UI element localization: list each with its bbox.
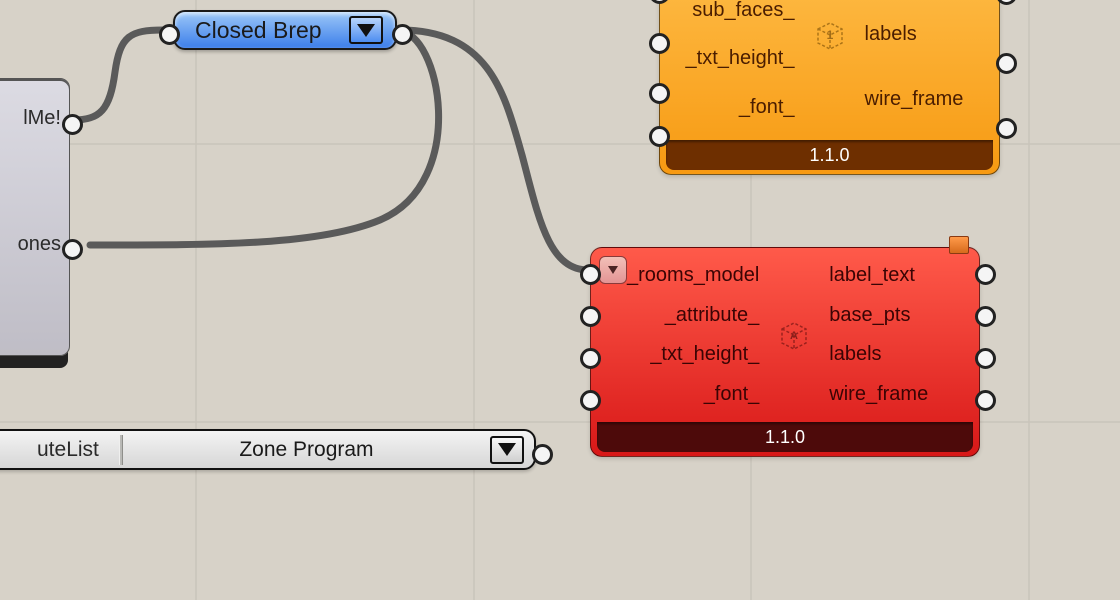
- value-list-selector[interactable]: uteList Zone Program: [0, 429, 536, 470]
- output-grip[interactable]: [62, 239, 83, 260]
- wire: [90, 31, 439, 245]
- output-label: wire_frame: [865, 88, 964, 111]
- output-label: label_text: [829, 264, 915, 287]
- chevron-down-icon[interactable]: [349, 16, 383, 44]
- input-grip[interactable]: [649, 83, 670, 104]
- output-grip[interactable]: [996, 53, 1017, 74]
- output-label: labels: [829, 343, 881, 366]
- version-label: 1.1.0: [597, 422, 973, 452]
- output-grip[interactable]: [62, 114, 83, 135]
- output-grip[interactable]: [975, 348, 996, 369]
- output-grip[interactable]: [996, 118, 1017, 139]
- input-label: sub_faces_: [692, 0, 794, 22]
- output-label: labels: [865, 23, 917, 46]
- chevron-down-icon[interactable]: [490, 436, 524, 464]
- output-grip[interactable]: [975, 306, 996, 327]
- left-component[interactable]: lMe! ones: [0, 78, 70, 356]
- selector-name: uteList: [0, 438, 119, 462]
- input-grip[interactable]: [580, 264, 601, 285]
- input-label: _txt_height_: [686, 47, 795, 70]
- output-label: ones: [18, 233, 61, 256]
- output-grip[interactable]: [975, 390, 996, 411]
- input-label: _txt_height_: [650, 343, 759, 366]
- svg-text:1: 1: [826, 28, 833, 42]
- input-label: _font_: [704, 383, 760, 406]
- output-label: lMe!: [23, 107, 61, 130]
- output-label: wire_frame: [829, 383, 928, 406]
- input-grip[interactable]: [159, 24, 180, 45]
- input-grip[interactable]: [649, 33, 670, 54]
- selector-value: Zone Program: [123, 438, 490, 462]
- output-label: base_pts: [829, 304, 910, 327]
- component-icon: 1: [805, 0, 855, 132]
- input-grip[interactable]: [580, 390, 601, 411]
- input-label: _rooms_model: [601, 264, 759, 287]
- version-label: 1.1.0: [666, 140, 993, 170]
- input-grip[interactable]: [580, 348, 601, 369]
- closed-brep-param[interactable]: Closed Brep: [173, 10, 397, 50]
- component-icon: A: [769, 256, 819, 414]
- input-grip[interactable]: [649, 126, 670, 147]
- wire: [73, 30, 163, 120]
- output-grip[interactable]: [392, 24, 413, 45]
- svg-text:A: A: [790, 330, 798, 342]
- input-label: _font_: [739, 96, 795, 119]
- wire: [400, 30, 588, 270]
- orange-component[interactable]: _attribute_ sub_faces_ _txt_height_ _fon…: [659, 0, 1000, 175]
- input-grip[interactable]: [580, 306, 601, 327]
- output-grip[interactable]: [975, 264, 996, 285]
- red-component[interactable]: _rooms_model _attribute_ _txt_height_ _f…: [590, 247, 980, 457]
- param-label: Closed Brep: [195, 17, 322, 44]
- output-grip[interactable]: [532, 444, 553, 465]
- input-label: _attribute_: [665, 304, 760, 327]
